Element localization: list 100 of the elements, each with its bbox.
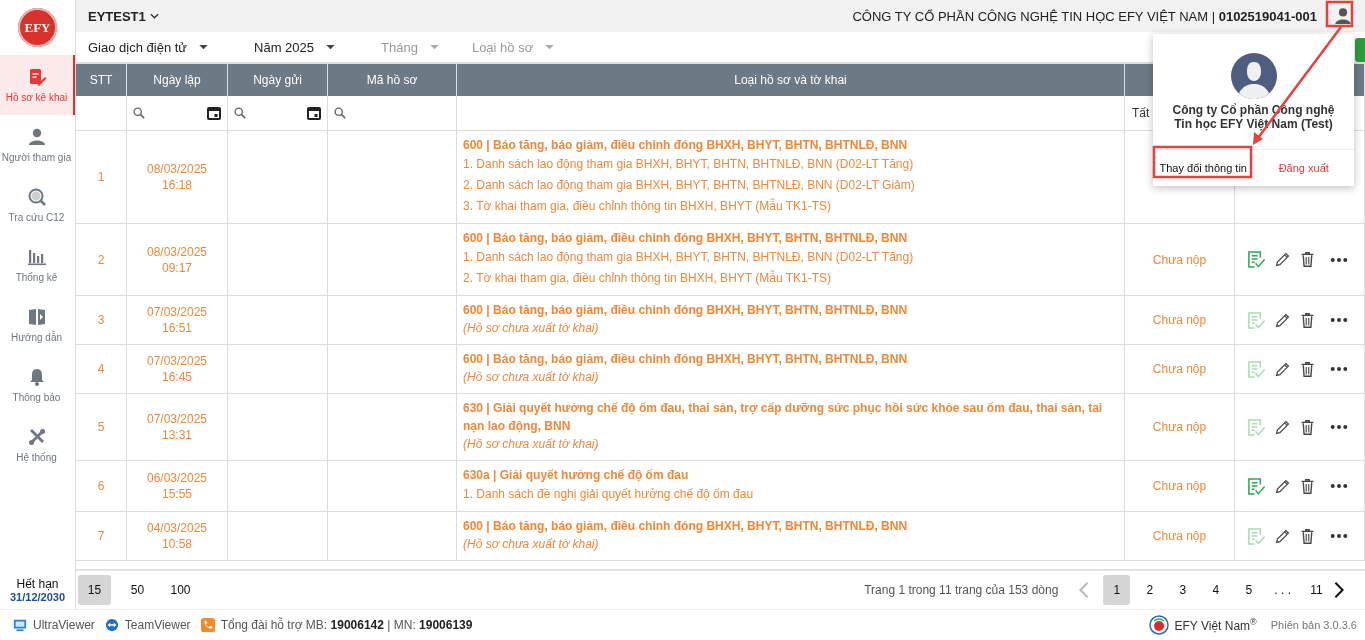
trash-icon[interactable]	[1299, 527, 1316, 545]
brand-logo-icon	[1148, 615, 1169, 635]
teamviewer-link[interactable]: TeamViewer	[124, 618, 191, 632]
form-item[interactable]: 1. Danh sách lao động tham gia BHXH, BHYT, BHTN, BHTNLĐ, BNN (D02-LT Tăng)	[463, 154, 1106, 175]
trash-icon[interactable]	[1299, 251, 1316, 268]
chevron-right-icon[interactable]	[1333, 581, 1345, 600]
user-icon[interactable]	[1334, 7, 1352, 25]
phone-icon	[200, 618, 215, 632]
pencil-icon[interactable]	[1274, 477, 1291, 495]
column-header: Loại hồ sơ và tờ khai	[457, 64, 1125, 96]
highlight-frame	[1325, 0, 1354, 28]
column-header: STT	[76, 64, 127, 96]
logout-button[interactable]: Đăng xuất	[1253, 150, 1354, 186]
form-item[interactable]: 2. Danh sách lao động tham gia BHXH, BHYT, BHTN, BHTNLĐ, BNN (D02-LT Giảm)	[463, 175, 1106, 196]
search-icon[interactable]	[133, 107, 145, 119]
filter-dropdown[interactable]: Năm 2025	[254, 39, 336, 55]
caret-icon	[429, 44, 439, 50]
pencil-icon[interactable]	[1274, 418, 1291, 436]
account-dropdown[interactable]: EYTEST1	[88, 8, 159, 24]
expiry-date: 31/12/2030	[9, 591, 66, 604]
monitor-icon[interactable]	[13, 618, 27, 632]
calendar-icon[interactable]	[307, 106, 321, 120]
form-title[interactable]: 600 | Báo tăng, báo giảm, điều chỉnh đóng BHXH, BHYT, BHTN, BHTNLĐ, BNN	[463, 229, 1106, 247]
form-title[interactable]: 600 | Báo tăng, báo giảm, điều chỉnh đóng BHXH, BHYT, BHTN, BHTNLĐ, BNN	[463, 136, 1106, 154]
status-text: Chưa nộp	[1152, 313, 1207, 327]
created-time: 16:45	[162, 369, 192, 385]
page-button[interactable]: 1	[1103, 575, 1131, 606]
more-icon[interactable]	[1330, 256, 1348, 263]
page-button[interactable]: . . .	[1268, 575, 1297, 606]
row-number: 1	[97, 170, 105, 184]
page-size-option[interactable]: 15	[78, 575, 111, 606]
form-item[interactable]: 1. Danh sách đề nghị giải quyết hưởng chế độ ốm đau	[463, 484, 1106, 505]
filter-dropdown[interactable]: Giao dịch điện tử	[88, 39, 209, 55]
created-time: 16:51	[162, 320, 192, 336]
signed-document-icon[interactable]	[1247, 476, 1266, 496]
form-title[interactable]: 600 | Báo tăng, báo giảm, điều chỉnh đóng BHXH, BHYT, BHTN, BHTNLĐ, BNN	[463, 350, 1106, 368]
form-title[interactable]: 630 | Giải quyết hưởng chế độ ốm đau, thai sản, trợ cấp dưỡng sức phục hồi sức khỏe sau ốm đau, thai sản, tai nạn lao động, BNN	[463, 399, 1106, 435]
ultraviewer-link[interactable]: UltraViewer	[33, 618, 95, 632]
trash-icon[interactable]	[1299, 418, 1316, 436]
pencil-icon[interactable]	[1274, 251, 1291, 268]
sidebar-item[interactable]: Hệ thống	[0, 415, 75, 475]
calendar-icon[interactable]	[207, 106, 221, 120]
avatar-icon	[1230, 53, 1277, 99]
more-icon[interactable]	[1330, 483, 1348, 489]
more-icon[interactable]	[1330, 424, 1348, 430]
form-item[interactable]: 2. Tờ khai tham gia, điều chỉnh thông tin BHXH, BHYT (Mẫu TK1-TS)	[463, 268, 1106, 289]
created-time: 16:18	[162, 177, 192, 193]
trash-icon[interactable]	[1299, 360, 1316, 378]
signed-document-icon[interactable]	[1247, 250, 1266, 269]
sidebar-item[interactable]: Thống kê	[0, 235, 75, 295]
pencil-icon[interactable]	[1274, 311, 1291, 329]
form-title[interactable]: 630a | Giải quyết hưởng chế độ ốm đau	[463, 466, 1106, 484]
form-title[interactable]: 600 | Báo tăng, báo giảm, điều chỉnh đóng BHXH, BHYT, BHTN, BHTNLĐ, BNN	[463, 301, 1106, 319]
filter-dropdown[interactable]: Tháng	[381, 39, 439, 55]
status-text: Chưa nộp	[1152, 420, 1207, 434]
column-header: Mã hồ sơ	[328, 64, 457, 96]
status-text: Chưa nộp	[1152, 479, 1207, 493]
pencil-icon[interactable]	[1274, 527, 1291, 545]
pencil-icon[interactable]	[1274, 360, 1291, 378]
page-size-option[interactable]: 50	[121, 575, 154, 606]
status-text: Chưa nộp	[1152, 529, 1207, 543]
created-date: 07/03/2025	[146, 304, 208, 320]
trash-icon[interactable]	[1299, 311, 1316, 329]
book-icon	[26, 307, 47, 327]
caret-icon	[545, 44, 555, 50]
status-filter[interactable]: Tất	[1132, 106, 1150, 120]
search-icon[interactable]	[334, 107, 346, 119]
page-button[interactable]: 5	[1235, 575, 1263, 606]
page-button[interactable]: 3	[1169, 575, 1197, 606]
created-time: 13:31	[162, 427, 192, 443]
row-number: 4	[97, 362, 105, 376]
caret-icon	[199, 44, 209, 50]
page-size-option[interactable]: 100	[164, 575, 197, 606]
created-date: 08/03/2025	[146, 161, 208, 177]
trash-icon[interactable]	[1299, 477, 1316, 495]
sidebar-item[interactable]: Hồ sơ kê khai	[0, 55, 75, 115]
column-header: Ngày gửi	[228, 64, 328, 96]
more-icon[interactable]	[1330, 366, 1348, 372]
filter-dropdown[interactable]: Loại hồ sơ	[471, 39, 555, 55]
sidebar-item[interactable]: Người tham gia	[0, 115, 75, 175]
search-icon[interactable]	[234, 107, 246, 119]
form-item[interactable]: 3. Tờ khai tham gia, điều chỉnh thông tin BHXH, BHYT (Mẫu TK1-TS)	[463, 196, 1106, 217]
page-button[interactable]: 4	[1202, 575, 1230, 606]
expiry-label: Hết hạn	[16, 577, 59, 592]
hotline-text: Tổng đài hỗ trợ MB: 19006142 | MN: 19006139	[220, 618, 473, 632]
sidebar-item[interactable]: Hướng dẫn	[0, 295, 75, 355]
more-icon[interactable]	[1330, 317, 1348, 323]
sidebar-item[interactable]: Thông báo	[0, 355, 75, 415]
page-button[interactable]: 2	[1136, 575, 1164, 606]
form-title[interactable]: 600 | Báo tăng, báo giảm, điều chỉnh đóng BHXH, BHYT, BHTN, BHTNLĐ, BNN	[463, 517, 1106, 535]
row-number: 2	[97, 252, 105, 267]
more-icon[interactable]	[1330, 533, 1348, 539]
row-number: 7	[97, 529, 105, 543]
arrows-circle-icon[interactable]	[104, 618, 119, 632]
page-button[interactable]: 11	[1303, 575, 1330, 606]
form-item[interactable]: 1. Danh sách lao động tham gia BHXH, BHYT, BHTN, BHTNLĐ, BNN (D02-LT Tăng)	[463, 247, 1106, 268]
sidebar-item[interactable]: Tra cứu C12	[0, 175, 75, 235]
created-date: 04/03/2025	[146, 520, 208, 536]
person-icon	[26, 127, 47, 147]
created-date: 08/03/2025	[146, 243, 208, 260]
